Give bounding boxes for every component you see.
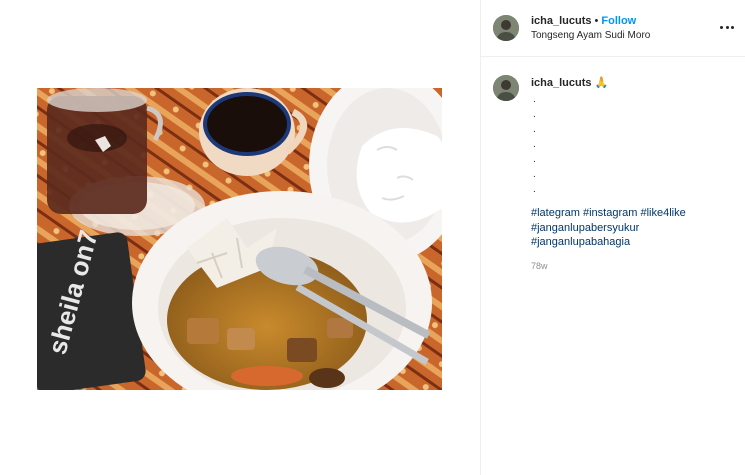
hashtag-line: #janganlupabahagia [531, 235, 686, 250]
pray-emoji: 🙏 [594, 77, 609, 89]
post-photo[interactable]: sheila on7 [37, 88, 442, 390]
dot-line: . [533, 184, 536, 195]
avatar[interactable] [493, 75, 519, 101]
post-timestamp[interactable]: 78w [531, 261, 548, 271]
hashtag-link[interactable]: #janganlupabahagia [531, 236, 630, 248]
hashtag-link[interactable]: #like4like [640, 207, 685, 219]
dot-line: . [533, 109, 536, 120]
hashtag-link[interactable]: #instagram [583, 207, 637, 219]
dot-line: . [533, 124, 536, 135]
dot-line: . [533, 139, 536, 150]
caption-dots: . . . . . . . [533, 92, 536, 197]
hashtag-line: #lategram #instagram #like4like [531, 206, 686, 221]
more-horizontal-icon[interactable] [719, 19, 735, 35]
header-user-line: icha_lucuts • Follow [531, 15, 636, 27]
dot-line: . [533, 154, 536, 165]
hashtags: #lategram #instagram #like4like #janganl… [531, 206, 686, 250]
hashtag-link[interactable]: #janganlupabersyukur [531, 222, 639, 234]
caption-username[interactable]: icha_lucuts [531, 77, 592, 89]
hashtag-link[interactable]: #lategram [531, 207, 580, 219]
hashtag-line: #janganlupabersyukur [531, 221, 686, 236]
follow-button[interactable]: Follow [601, 15, 636, 27]
avatar[interactable] [493, 15, 519, 41]
dot-line: . [533, 169, 536, 180]
dot-line: . [533, 94, 536, 105]
header-divider [481, 56, 745, 57]
post-side-panel: icha_lucuts • Follow Tongseng Ayam Sudi Mo… [481, 0, 745, 475]
separator-dot: • [594, 15, 599, 27]
header-username[interactable]: icha_lucuts [531, 15, 592, 27]
location-link[interactable]: Tongseng Ayam Sudi Moro [531, 30, 650, 41]
caption-user-line: icha_lucuts 🙏 [531, 76, 608, 89]
post-header: icha_lucuts • Follow Tongseng Ayam Sudi Mo… [481, 0, 745, 56]
post-media: sheila on7 [0, 0, 480, 475]
